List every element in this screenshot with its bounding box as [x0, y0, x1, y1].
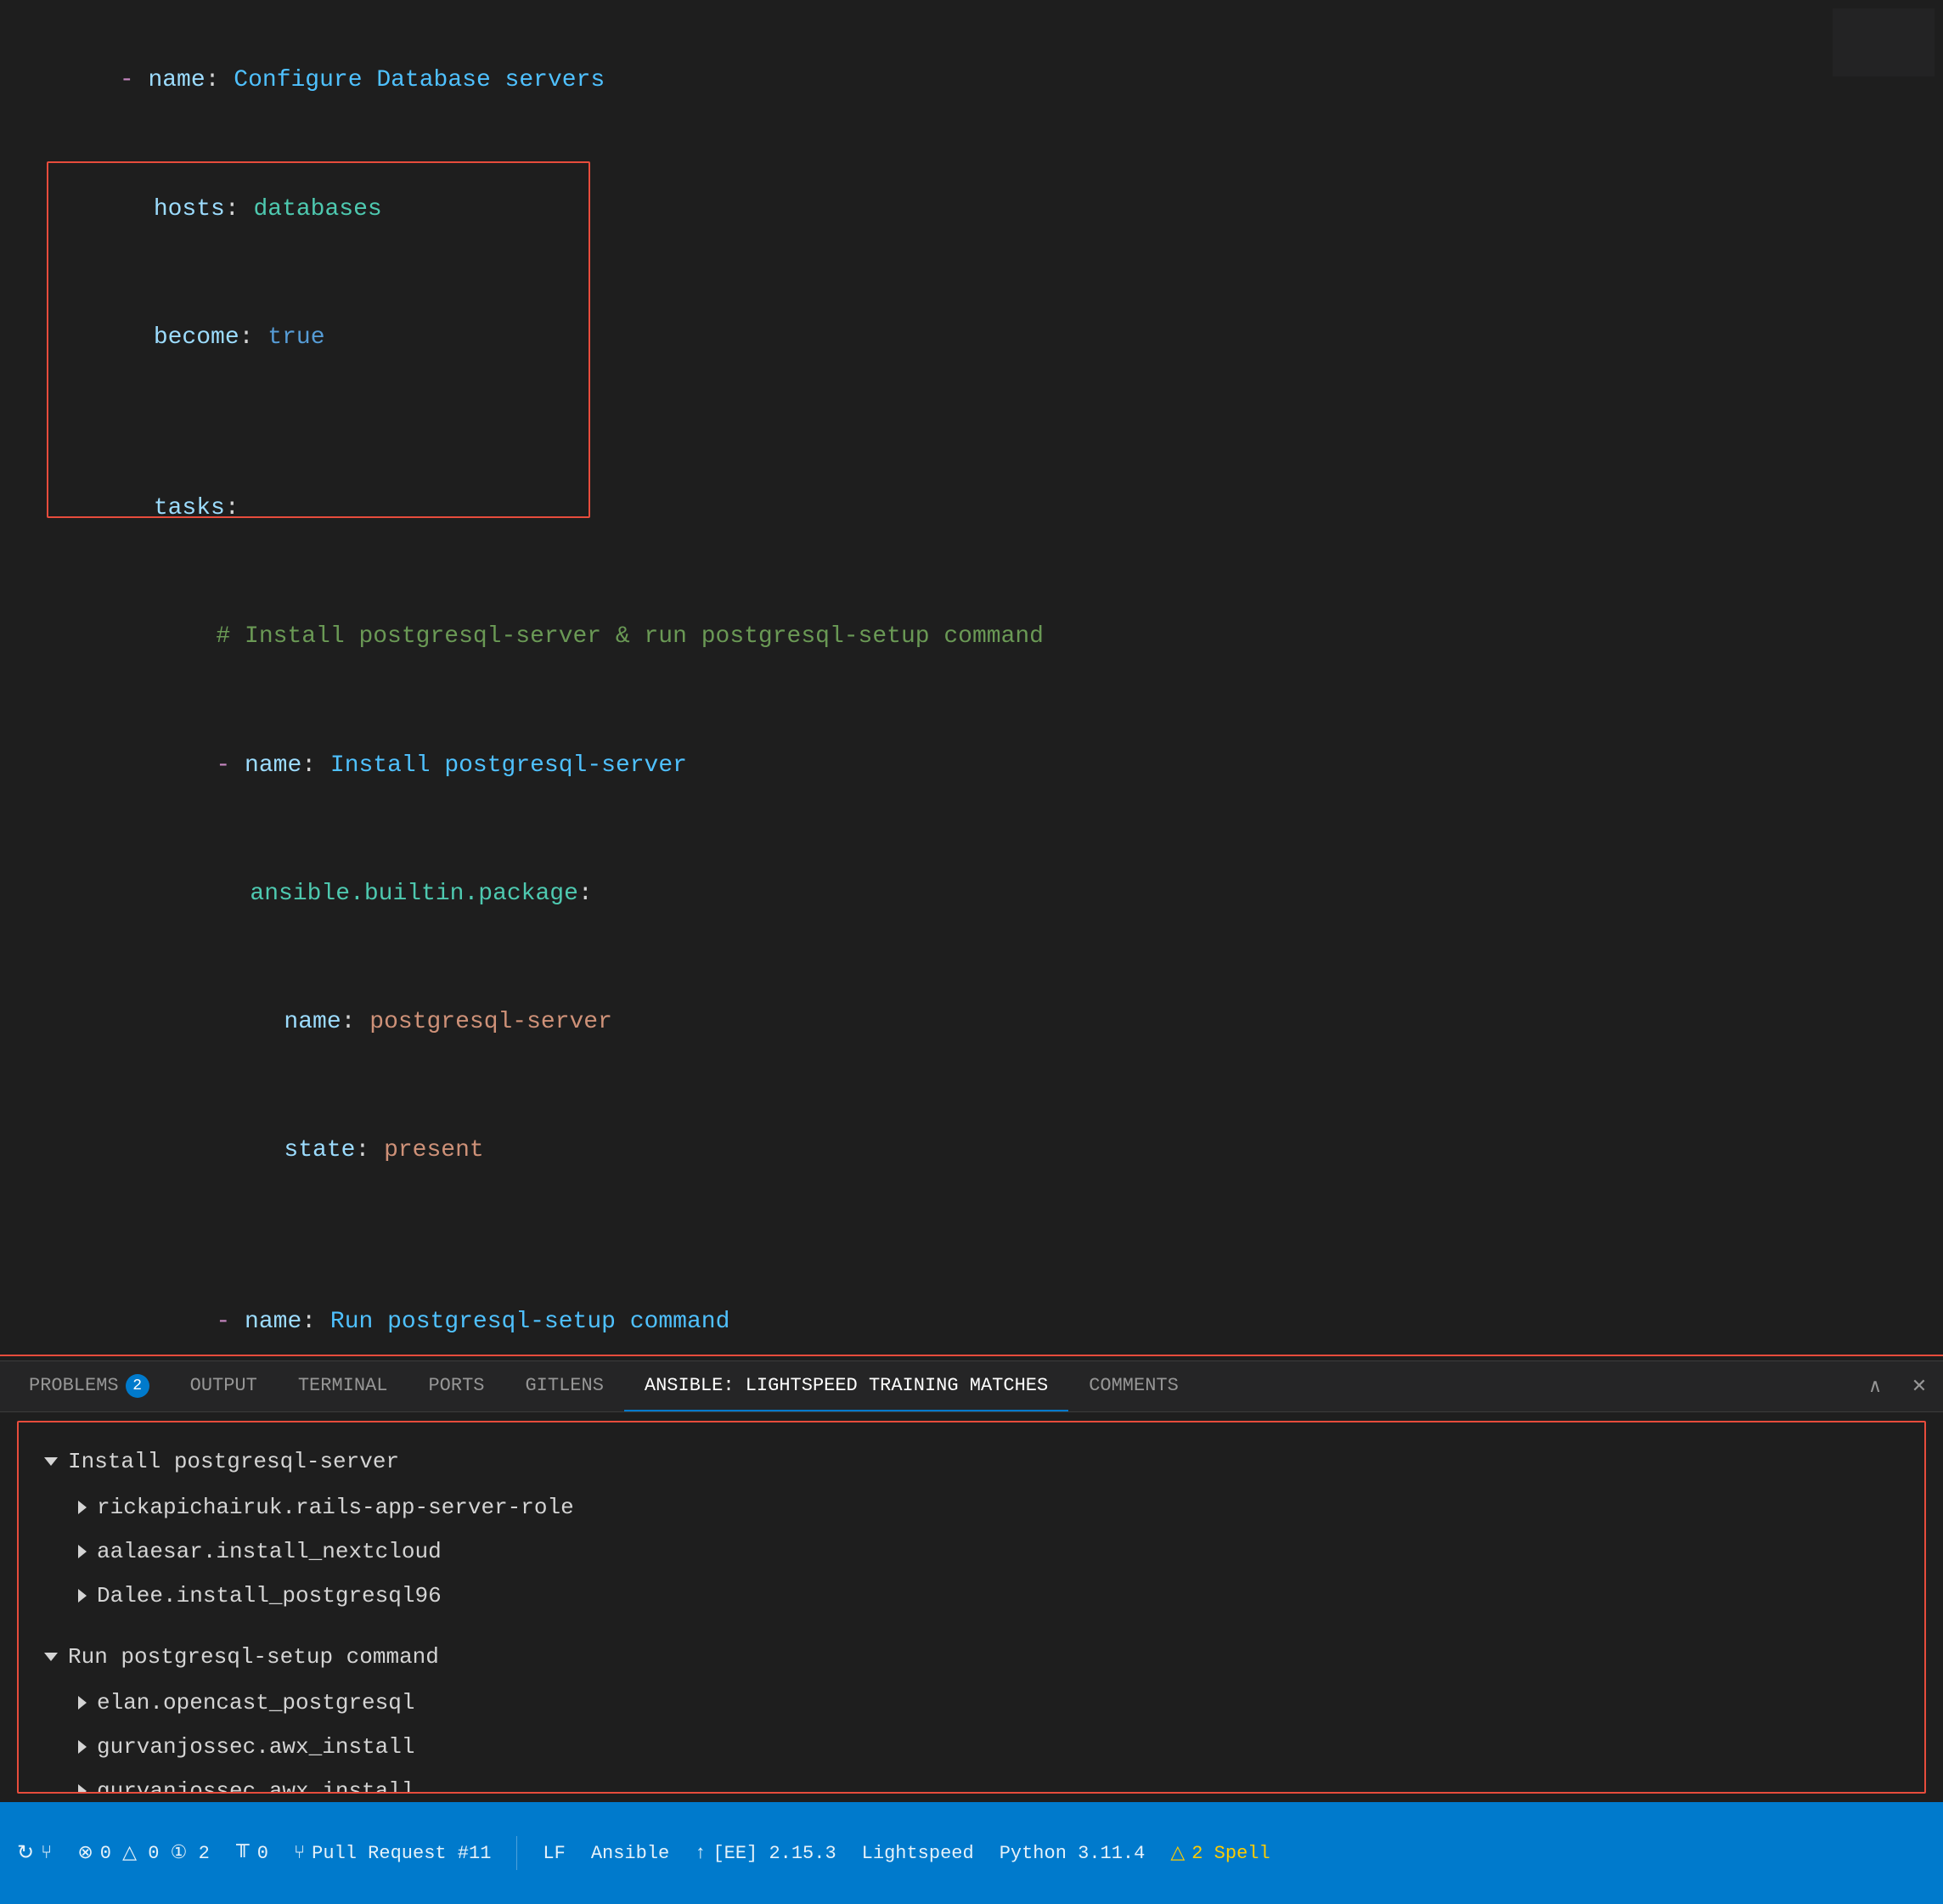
tree-group-2-text: Run postgresql-setup command	[68, 1635, 439, 1679]
arrow-icon-2-3	[78, 1784, 87, 1794]
arrow-icon-1-1	[78, 1501, 87, 1514]
tab-output-label: OUTPUT	[190, 1375, 257, 1396]
tree-child-2-3-text: gurvanjossec.awx_install	[97, 1769, 414, 1794]
notification-icon: 𝍯	[235, 1837, 251, 1869]
tab-gitlens-label: GITLENS	[525, 1375, 603, 1396]
errors-text: 0 △ 0 ① 2	[100, 1842, 210, 1864]
tab-output[interactable]: OUTPUT	[170, 1361, 278, 1411]
expand-icon-1	[44, 1457, 58, 1466]
code-line-2: hosts: databases	[68, 145, 1909, 273]
sync-icon: ↻	[17, 1840, 34, 1866]
tree-group-1-children: rickapichairuk.rails-app-server-role aal…	[78, 1485, 1899, 1618]
panel-close-button[interactable]: ✕	[1904, 1372, 1935, 1402]
line-ending-text: LF	[543, 1843, 565, 1864]
lightspeed-text: Lightspeed	[862, 1843, 974, 1864]
code-line-1: - name: Configure Database servers	[34, 17, 1909, 145]
tab-gitlens[interactable]: GITLENS	[504, 1361, 623, 1411]
panel-collapse-button[interactable]: ∧	[1860, 1372, 1890, 1402]
arrow-icon-1-3	[78, 1589, 87, 1603]
tree-child-1-3[interactable]: Dalee.install_postgresql96	[78, 1574, 1899, 1618]
tree-child-1-1[interactable]: rickapichairuk.rails-app-server-role	[78, 1485, 1899, 1529]
tab-ports[interactable]: PORTS	[408, 1361, 504, 1411]
errors-icon: ⊗	[77, 1842, 93, 1864]
code-line-6: - name: Install postgresql-server	[102, 701, 1909, 830]
code-line-7: ansible.builtin.package:	[136, 830, 1909, 958]
tab-problems-label: PROBLEMS	[29, 1375, 119, 1396]
tree-group-1-text: Install postgresql-server	[68, 1439, 399, 1484]
status-pr[interactable]: ⑂ Pull Request #11	[294, 1843, 491, 1864]
tree-child-2-3[interactable]: gurvanjossec.awx_install	[78, 1769, 1899, 1794]
code-line-4: tasks:	[68, 445, 1909, 573]
arrow-icon-2-1	[78, 1696, 87, 1710]
status-errors[interactable]: ⊗ 0 △ 0 ① 2	[77, 1842, 210, 1864]
branch-icon: ⑂	[41, 1843, 52, 1864]
tree-group-1-label[interactable]: Install postgresql-server	[44, 1439, 1899, 1484]
tab-comments-label: COMMENTS	[1089, 1375, 1179, 1396]
spacer	[44, 1618, 1899, 1635]
arrow-icon-1-2	[78, 1545, 87, 1558]
spell-text: 2 Spell	[1191, 1843, 1270, 1864]
status-language[interactable]: Ansible	[591, 1843, 669, 1864]
status-notifications[interactable]: 𝍯 0	[235, 1837, 268, 1869]
tab-ports-label: PORTS	[428, 1375, 484, 1396]
tree-group-2: Run postgresql-setup command elan.openca…	[44, 1635, 1899, 1794]
tab-terminal[interactable]: TERMINAL	[278, 1361, 408, 1411]
status-sync[interactable]: ↻ ⑂	[17, 1840, 52, 1866]
ee-arrow-icon: ↑	[695, 1843, 706, 1864]
pr-icon: ⑂	[294, 1843, 305, 1864]
code-line-8: name: postgresql-server	[170, 959, 1909, 1087]
language-text: Ansible	[591, 1843, 669, 1864]
tree-child-1-3-text: Dalee.install_postgresql96	[97, 1574, 442, 1618]
tab-problems[interactable]: PROBLEMS 2	[8, 1361, 170, 1411]
tree-group-2-children: elan.opencast_postgresql gurvanjossec.aw…	[78, 1681, 1899, 1794]
status-sep-1	[516, 1836, 517, 1870]
tab-terminal-label: TERMINAL	[298, 1375, 388, 1396]
tree-child-1-1-text: rickapichairuk.rails-app-server-role	[97, 1485, 574, 1529]
code-line-blank1	[34, 403, 1909, 445]
ee-text: [EE] 2.15.3	[712, 1843, 836, 1864]
code-line-9: state: present	[170, 1087, 1909, 1215]
status-bar: ↻ ⑂ ⊗ 0 △ 0 ① 2 𝍯 0 ⑂ Pull Request #11 L…	[0, 1802, 1943, 1904]
tree-child-1-2[interactable]: aalaesar.install_nextcloud	[78, 1529, 1899, 1574]
tree-group-1: Install postgresql-server rickapichairuk…	[44, 1439, 1899, 1618]
python-text: Python 3.11.4	[1000, 1843, 1146, 1864]
status-line-ending[interactable]: LF	[543, 1843, 565, 1864]
panel-tabs: PROBLEMS 2 OUTPUT TERMINAL PORTS GITLENS…	[0, 1361, 1943, 1412]
expand-icon-2	[44, 1653, 58, 1661]
spell-icon: △	[1170, 1842, 1185, 1864]
code-line-5: # Install postgresql-server & run postgr…	[102, 573, 1909, 701]
pr-text: Pull Request #11	[312, 1843, 491, 1864]
tab-ansible-lightspeed[interactable]: ANSIBLE: LIGHTSPEED TRAINING MATCHES	[624, 1361, 1068, 1411]
tree-group-2-label[interactable]: Run postgresql-setup command	[44, 1635, 1899, 1679]
tree-child-2-2-text: gurvanjossec.awx_install	[97, 1725, 414, 1769]
code-line-blank2	[34, 1215, 1909, 1258]
arrow-icon-2-2	[78, 1740, 87, 1754]
tree-child-1-2-text: aalaesar.install_nextcloud	[97, 1529, 442, 1574]
panel-container: PROBLEMS 2 OUTPUT TERMINAL PORTS GITLENS…	[0, 1360, 1943, 1802]
problems-badge: 2	[126, 1374, 149, 1398]
status-lightspeed[interactable]: Lightspeed	[862, 1843, 974, 1864]
tree-child-2-2[interactable]: gurvanjossec.awx_install	[78, 1725, 1899, 1769]
tab-ansible-label: ANSIBLE: LIGHTSPEED TRAINING MATCHES	[645, 1375, 1048, 1396]
tree-child-2-1[interactable]: elan.opencast_postgresql	[78, 1681, 1899, 1725]
code-line-3: become: true	[68, 273, 1909, 402]
panel-content: Install postgresql-server rickapichairuk…	[17, 1421, 1926, 1794]
notification-count: 0	[257, 1843, 268, 1864]
panel-controls: ∧ ✕	[1860, 1372, 1935, 1402]
tab-comments[interactable]: COMMENTS	[1068, 1361, 1199, 1411]
status-python[interactable]: Python 3.11.4	[1000, 1843, 1146, 1864]
status-spell[interactable]: △ 2 Spell	[1170, 1842, 1270, 1864]
minimap	[1833, 8, 1935, 76]
tree-child-2-1-text: elan.opencast_postgresql	[97, 1681, 414, 1725]
status-ee[interactable]: ↑ [EE] 2.15.3	[695, 1843, 836, 1864]
